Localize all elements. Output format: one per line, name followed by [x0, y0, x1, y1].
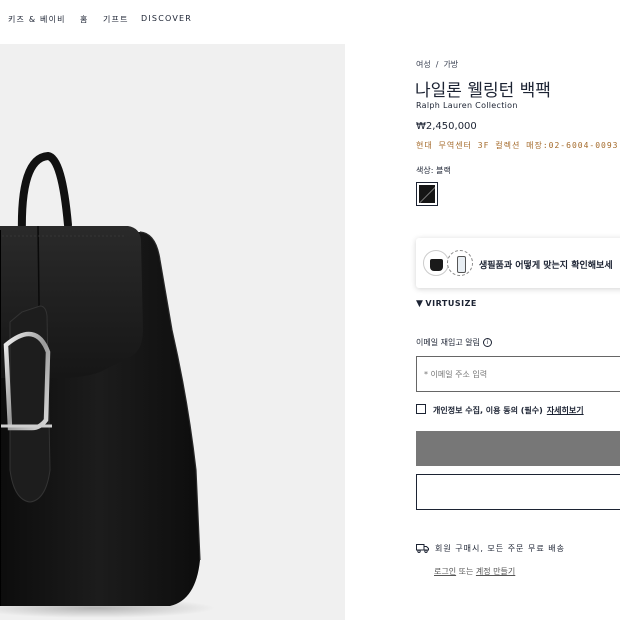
- breadcrumb-item-bags[interactable]: 가방: [443, 60, 458, 69]
- black-swatch-icon: [419, 185, 435, 203]
- nav-item-kids-baby[interactable]: 키즈 & 베이비: [8, 14, 66, 25]
- product-price: ₩2,450,000: [416, 121, 477, 132]
- store-info: 현대 무역센터 3F 컬렉션 매장:02-6004-0093: [416, 141, 619, 150]
- or-text: 또는: [458, 567, 474, 576]
- consent-checkbox[interactable]: [416, 404, 426, 414]
- login-link[interactable]: 로그인: [434, 567, 456, 576]
- color-label: 색상: 블랙: [416, 166, 451, 175]
- backpack-image: [0, 151, 215, 618]
- shipping-info: 회원 구매시, 모든 주문 무료 배송: [416, 543, 565, 554]
- consent-text: 개인정보 수집, 이용 동의 (필수): [433, 406, 543, 415]
- breadcrumb-separator: /: [435, 60, 439, 69]
- restock-label-text: 이메일 재입고 알림: [416, 338, 480, 347]
- truck-icon: [416, 544, 429, 553]
- breadcrumb-item-women[interactable]: 여성: [416, 60, 431, 69]
- virtusize-prompt: 생필품과 어떻게 맞는지 확인해보세: [479, 261, 613, 271]
- restock-label: 이메일 재입고 알림 i: [416, 337, 492, 348]
- virtusize-logo: ▼ VIRTUSIZE: [416, 299, 477, 309]
- consent-row: 개인정보 수집, 이용 동의 (필수) 자세히보기: [416, 404, 584, 416]
- product-title: 나일론 웰링턴 백팩: [415, 81, 551, 101]
- product-brand: Ralph Lauren Collection: [416, 101, 518, 110]
- primary-action-button[interactable]: [416, 431, 620, 466]
- bag-icon: [423, 250, 449, 276]
- nav-item-home[interactable]: 홈: [80, 14, 89, 25]
- secondary-action-button[interactable]: [416, 474, 620, 510]
- shipping-text: 회원 구매시, 모든 주문 무료 배송: [435, 544, 565, 553]
- virtusize-widget[interactable]: 생필품과 어떻게 맞는지 확인해보세: [416, 238, 620, 288]
- account-links: 로그인 또는 계정 만들기: [434, 566, 515, 577]
- virtusize-logo-text: VIRTUSIZE: [425, 299, 477, 308]
- product-image[interactable]: [0, 44, 345, 620]
- breadcrumb: 여성 / 가방: [416, 59, 458, 70]
- info-icon[interactable]: i: [482, 338, 492, 347]
- create-account-link[interactable]: 계정 만들기: [476, 567, 515, 576]
- color-swatch-black[interactable]: [416, 182, 438, 206]
- bottle-icon: [447, 250, 473, 276]
- nav-item-gift[interactable]: 기프트: [103, 14, 129, 25]
- nav-item-discover[interactable]: DISCOVER: [141, 14, 192, 23]
- top-navigation: 키즈 & 베이비 홈 기프트 DISCOVER: [0, 0, 620, 40]
- email-field[interactable]: [416, 356, 620, 392]
- virtusize-v-icon: ▼: [416, 299, 424, 309]
- consent-details-link[interactable]: 자세히보기: [547, 406, 584, 415]
